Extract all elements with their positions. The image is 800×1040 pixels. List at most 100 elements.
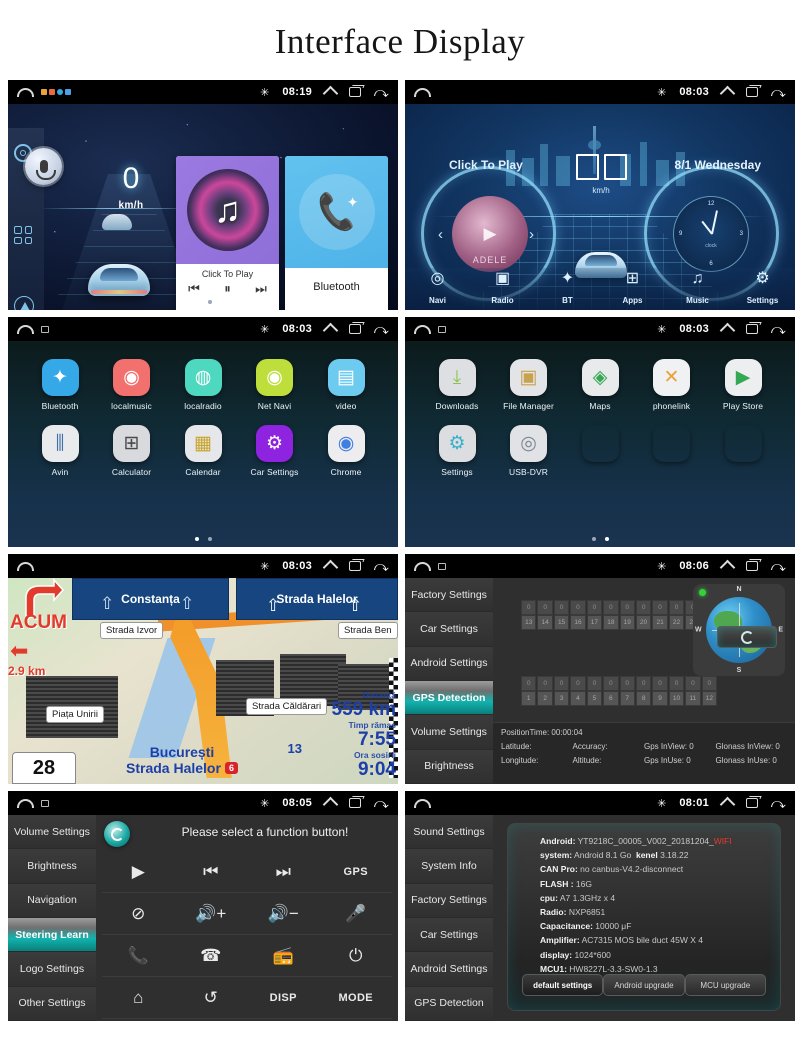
recents-icon[interactable] — [746, 324, 759, 334]
home-arc-icon[interactable] — [17, 798, 34, 808]
recents-icon[interactable] — [349, 798, 362, 808]
home-button[interactable]: ⌂ — [102, 977, 175, 1019]
app-usb-dvr[interactable]: ◎ USB-DVR — [499, 425, 559, 477]
nav-item-radio[interactable]: ▣ Radio — [470, 270, 535, 308]
home-arc-icon[interactable] — [17, 87, 34, 97]
app-video[interactable]: ▤ video — [316, 359, 376, 411]
page-dot[interactable] — [194, 537, 199, 541]
default-settings-button[interactable]: default settings — [522, 974, 604, 996]
bluetooth-widget[interactable]: 📞 ✦ Bluetooth — [285, 156, 388, 310]
chevron-up-icon[interactable] — [322, 559, 339, 576]
nav-item-apps[interactable]: ⊞ Apps — [600, 270, 665, 308]
recents-icon[interactable] — [746, 561, 759, 571]
play-button[interactable]: ▶ — [102, 851, 175, 893]
recents-icon[interactable] — [349, 561, 362, 571]
app-localradio[interactable]: ◍ localradio — [173, 359, 233, 411]
app-phonelink[interactable]: ✕ phonelink — [642, 359, 702, 411]
nav-item-music[interactable]: ♫ Music — [665, 270, 730, 308]
back-icon[interactable]: ⤺ — [771, 795, 786, 812]
volume-down-button[interactable]: 🔊− — [247, 893, 320, 935]
chevron-up-icon[interactable] — [719, 559, 736, 576]
sidebar-item-factory-settings[interactable]: Factory Settings — [405, 578, 493, 613]
recents-icon[interactable] — [349, 87, 362, 97]
sidebar-item-factory-settings[interactable]: Factory Settings — [405, 883, 493, 918]
mic-icon[interactable] — [25, 148, 62, 185]
page-dot[interactable] — [207, 300, 212, 304]
chevron-up-icon[interactable] — [719, 85, 736, 102]
nav-item-navi[interactable]: ◎ Navi — [405, 270, 470, 308]
back-icon[interactable]: ⤺ — [374, 321, 389, 338]
sidebar-item-gps-detection[interactable]: GPS Detection — [405, 986, 493, 1021]
app-bluetooth[interactable]: ✦ Bluetooth — [30, 359, 90, 411]
chevron-up-icon[interactable] — [322, 796, 339, 813]
sidebar-item-steering-learn[interactable]: Steering Learn — [8, 917, 96, 953]
page-dot[interactable] — [207, 537, 212, 541]
sidebar-item-volume-settings[interactable]: Volume Settings — [8, 815, 96, 850]
recents-icon[interactable] — [746, 798, 759, 808]
app-avin[interactable]: ⫼ Avin — [30, 425, 90, 477]
app-calendar[interactable]: ▦ Calendar — [173, 425, 233, 477]
radio-button[interactable]: 📻 — [247, 935, 320, 977]
app-calculator[interactable]: ⊞ Calculator — [102, 425, 162, 477]
back-icon[interactable]: ⤺ — [374, 795, 389, 812]
app-play-store[interactable]: ▶ Play Store — [713, 359, 773, 411]
sidebar-item-brightness[interactable]: Brightness — [405, 749, 493, 784]
click-to-play-label[interactable]: Click To Play — [449, 158, 523, 172]
recents-icon[interactable] — [746, 87, 759, 97]
apps-grid-icon[interactable] — [14, 226, 32, 244]
chevron-up-icon[interactable] — [719, 796, 736, 813]
power-button[interactable]: ⏻ — [319, 935, 392, 977]
back-icon[interactable]: ⤺ — [771, 321, 786, 338]
app-localmusic[interactable]: ◉ localmusic — [102, 359, 162, 411]
sidebar-item-system-info[interactable]: System Info — [405, 849, 493, 884]
music-widget[interactable]: ♫ Click To Play ⏮ ⏸ ⏭ — [176, 156, 279, 310]
mute-button[interactable]: ⊘ — [102, 893, 175, 935]
app-car-settings[interactable]: ⚙ Car Settings — [245, 425, 305, 477]
next-track-button[interactable]: ⏭ — [255, 281, 267, 297]
home-arc-icon[interactable] — [414, 561, 431, 571]
sidebar-item-android-settings[interactable]: Android Settings — [405, 646, 493, 681]
back-icon[interactable]: ⤺ — [374, 558, 389, 575]
sidebar-item-navigation[interactable]: Navigation — [8, 883, 96, 918]
volume-up-button[interactable]: 🔊+ — [174, 893, 247, 935]
back-icon[interactable]: ⤺ — [374, 84, 389, 101]
sidebar-item-car-settings[interactable]: Car Settings — [405, 612, 493, 647]
home-arc-icon[interactable] — [17, 324, 34, 334]
home-arc-icon[interactable] — [414, 798, 431, 808]
map-view[interactable]: Constanța ⇧ ⇧ Strada Halelor ⇧ ⇧ ACUM ⬅ … — [8, 578, 398, 784]
mode-button[interactable]: MODE — [319, 977, 392, 1019]
home-arc-icon[interactable] — [414, 87, 431, 97]
sidebar-item-gps-detection[interactable]: GPS Detection — [405, 680, 493, 716]
sidebar-item-brightness[interactable]: Brightness — [8, 849, 96, 884]
nav-item-settings[interactable]: ⚙ Settings — [730, 270, 795, 308]
back-icon[interactable]: ⤺ — [771, 84, 786, 101]
sidebar-item-other-settings[interactable]: Other Settings — [8, 986, 96, 1021]
gps-button[interactable]: GPS — [319, 851, 392, 893]
next-button[interactable]: ⏭ — [247, 851, 320, 893]
sidebar-item-car-settings[interactable]: Car Settings — [405, 917, 493, 953]
chevron-up-icon[interactable] — [719, 322, 736, 339]
next-track-button[interactable]: › — [529, 226, 534, 243]
page-dot[interactable] — [591, 537, 596, 541]
previous-track-button[interactable]: ⏮ — [188, 281, 200, 297]
home-arc-icon[interactable] — [17, 561, 34, 571]
call-answer-button[interactable]: 📞 — [102, 935, 175, 977]
android-upgrade-button[interactable]: Android upgrade — [603, 974, 685, 996]
page-dot[interactable] — [194, 300, 199, 304]
mcu-upgrade-button[interactable]: MCU upgrade — [684, 974, 766, 996]
page-dot[interactable] — [604, 537, 609, 541]
album-art[interactable]: ▶ ADELE — [452, 196, 528, 272]
app-file-manager[interactable]: ▣ File Manager — [499, 359, 559, 411]
sidebar-item-android-settings[interactable]: Android Settings — [405, 952, 493, 987]
back-icon[interactable]: ⤺ — [771, 558, 786, 575]
call-end-button[interactable]: ☎ — [174, 935, 247, 977]
app-downloads[interactable]: ⤓ Downloads — [427, 359, 487, 411]
app-settings[interactable]: ⚙ Settings — [427, 425, 487, 477]
recents-icon[interactable] — [349, 324, 362, 334]
play-icon[interactable]: ▶ — [483, 224, 496, 244]
nav-item-bt[interactable]: ✦ BT — [535, 270, 600, 308]
play-pause-button[interactable]: ⏸ — [224, 281, 231, 297]
app-chrome[interactable]: ◉ Chrome — [316, 425, 376, 477]
sidebar-item-sound-settings[interactable]: Sound Settings — [405, 815, 493, 850]
app-net-navi[interactable]: ◉ Net Navi — [245, 359, 305, 411]
